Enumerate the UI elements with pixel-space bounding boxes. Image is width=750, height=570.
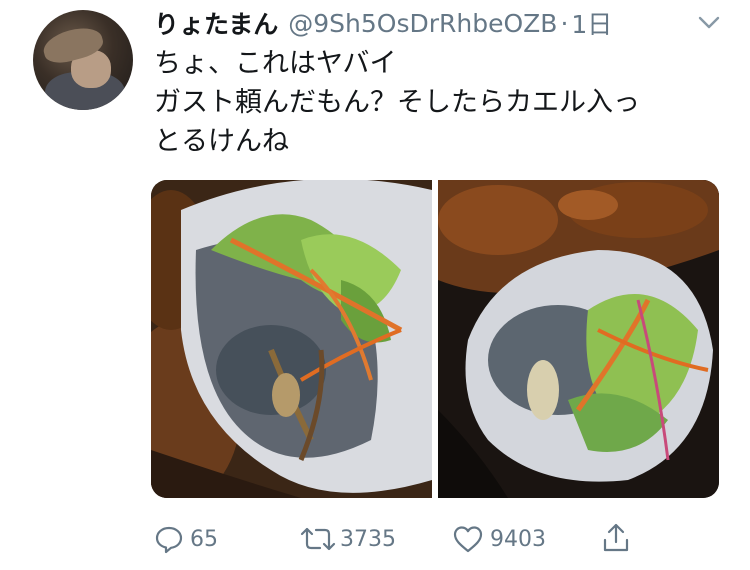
tweet-media	[151, 180, 719, 498]
tweet-text-line: ちょ、これはヤバイ	[154, 48, 397, 79]
food-photo-left[interactable]	[151, 180, 432, 498]
avatar[interactable]	[33, 10, 133, 110]
tweet-text: ちょ、これはヤバイ ガスト頼んだもん？そしたらカエル入っ とるけんね	[154, 44, 734, 161]
food-photo-right[interactable]	[438, 180, 719, 498]
heart-icon	[453, 526, 483, 553]
reply-count: 65	[190, 526, 218, 552]
chevron-down-icon[interactable]	[696, 12, 722, 34]
like-count: 9403	[490, 526, 546, 552]
share-icon	[603, 523, 629, 552]
tweet-text-line: ガスト頼んだもん？そしたらカエル入っ	[154, 87, 640, 118]
tweet-text-line: とるけんね	[154, 126, 289, 157]
food-photo-right-image	[438, 180, 719, 498]
display-name[interactable]: りょたまん	[154, 5, 278, 41]
food-photo-left-image	[151, 180, 432, 498]
share-button[interactable]	[601, 522, 631, 554]
separator-dot: ·	[560, 8, 569, 38]
like-button[interactable]: 9403	[452, 524, 546, 554]
retweet-button[interactable]: 3735	[298, 524, 396, 554]
tweet-header: りょたまん @9Sh5OsDrRhbeOZB · 1日	[154, 6, 612, 40]
retweet-count: 3735	[340, 526, 396, 552]
timestamp[interactable]: 1日	[571, 5, 612, 41]
tweet-actions: 65 3735 9403	[0, 522, 750, 558]
user-handle[interactable]: @9Sh5OsDrRhbeOZB	[288, 9, 557, 38]
reply-icon	[155, 526, 183, 554]
reply-button[interactable]: 65	[154, 524, 218, 554]
retweet-icon	[300, 527, 336, 551]
